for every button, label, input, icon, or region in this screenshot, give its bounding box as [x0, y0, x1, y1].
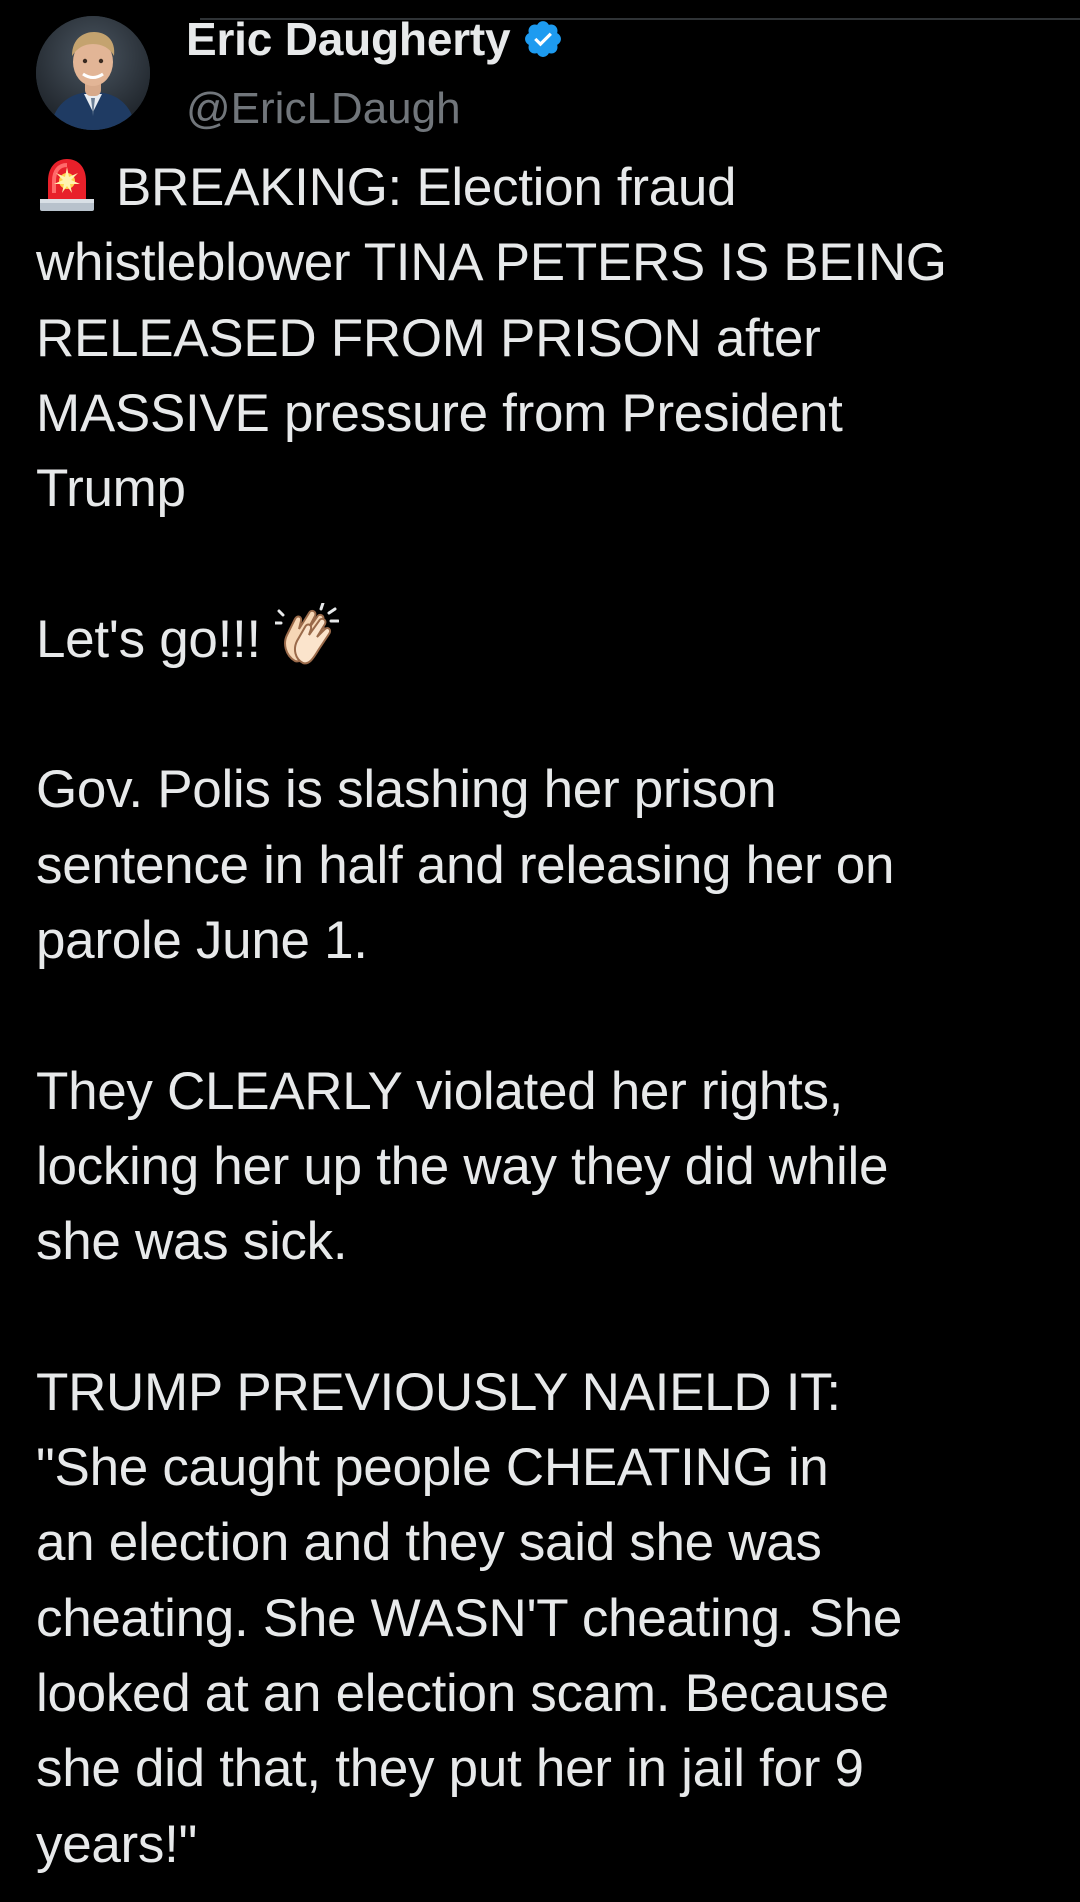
author-names: Eric Daugherty @EricLDaugh [186, 12, 564, 134]
verified-badge-icon[interactable] [522, 18, 564, 60]
tweet-paragraph-5: TRUMP PREVIOUSLY NAIELD IT: "She caught … [36, 1362, 903, 1874]
police-light-icon [36, 153, 98, 213]
tweet-paragraph-2: Let's go!!! [36, 601, 1046, 677]
tweet-paragraph-2-text: Let's go!!! [36, 609, 261, 669]
display-name[interactable]: Eric Daugherty [186, 12, 511, 66]
tweet-header: Eric Daugherty @EricLDaugh [36, 13, 564, 133]
display-name-row: Eric Daugherty [186, 12, 564, 66]
tweet-paragraph-3: Gov. Polis is slashing her prison senten… [36, 760, 895, 970]
tweet-text: BREAKING: Election fraud whistleblower T… [36, 150, 1046, 1882]
tweet-paragraph-1-text: BREAKING: Election fraud whistleblower T… [36, 158, 947, 519]
handle[interactable]: @EricLDaugh [186, 84, 564, 134]
clapping-hands-icon [273, 601, 340, 667]
tweet-paragraph-1: BREAKING: Election fraud whistleblower T… [36, 150, 1046, 526]
avatar[interactable] [36, 16, 150, 130]
tweet-paragraph-4: They CLEARLY violated her rights, lockin… [36, 1061, 889, 1272]
